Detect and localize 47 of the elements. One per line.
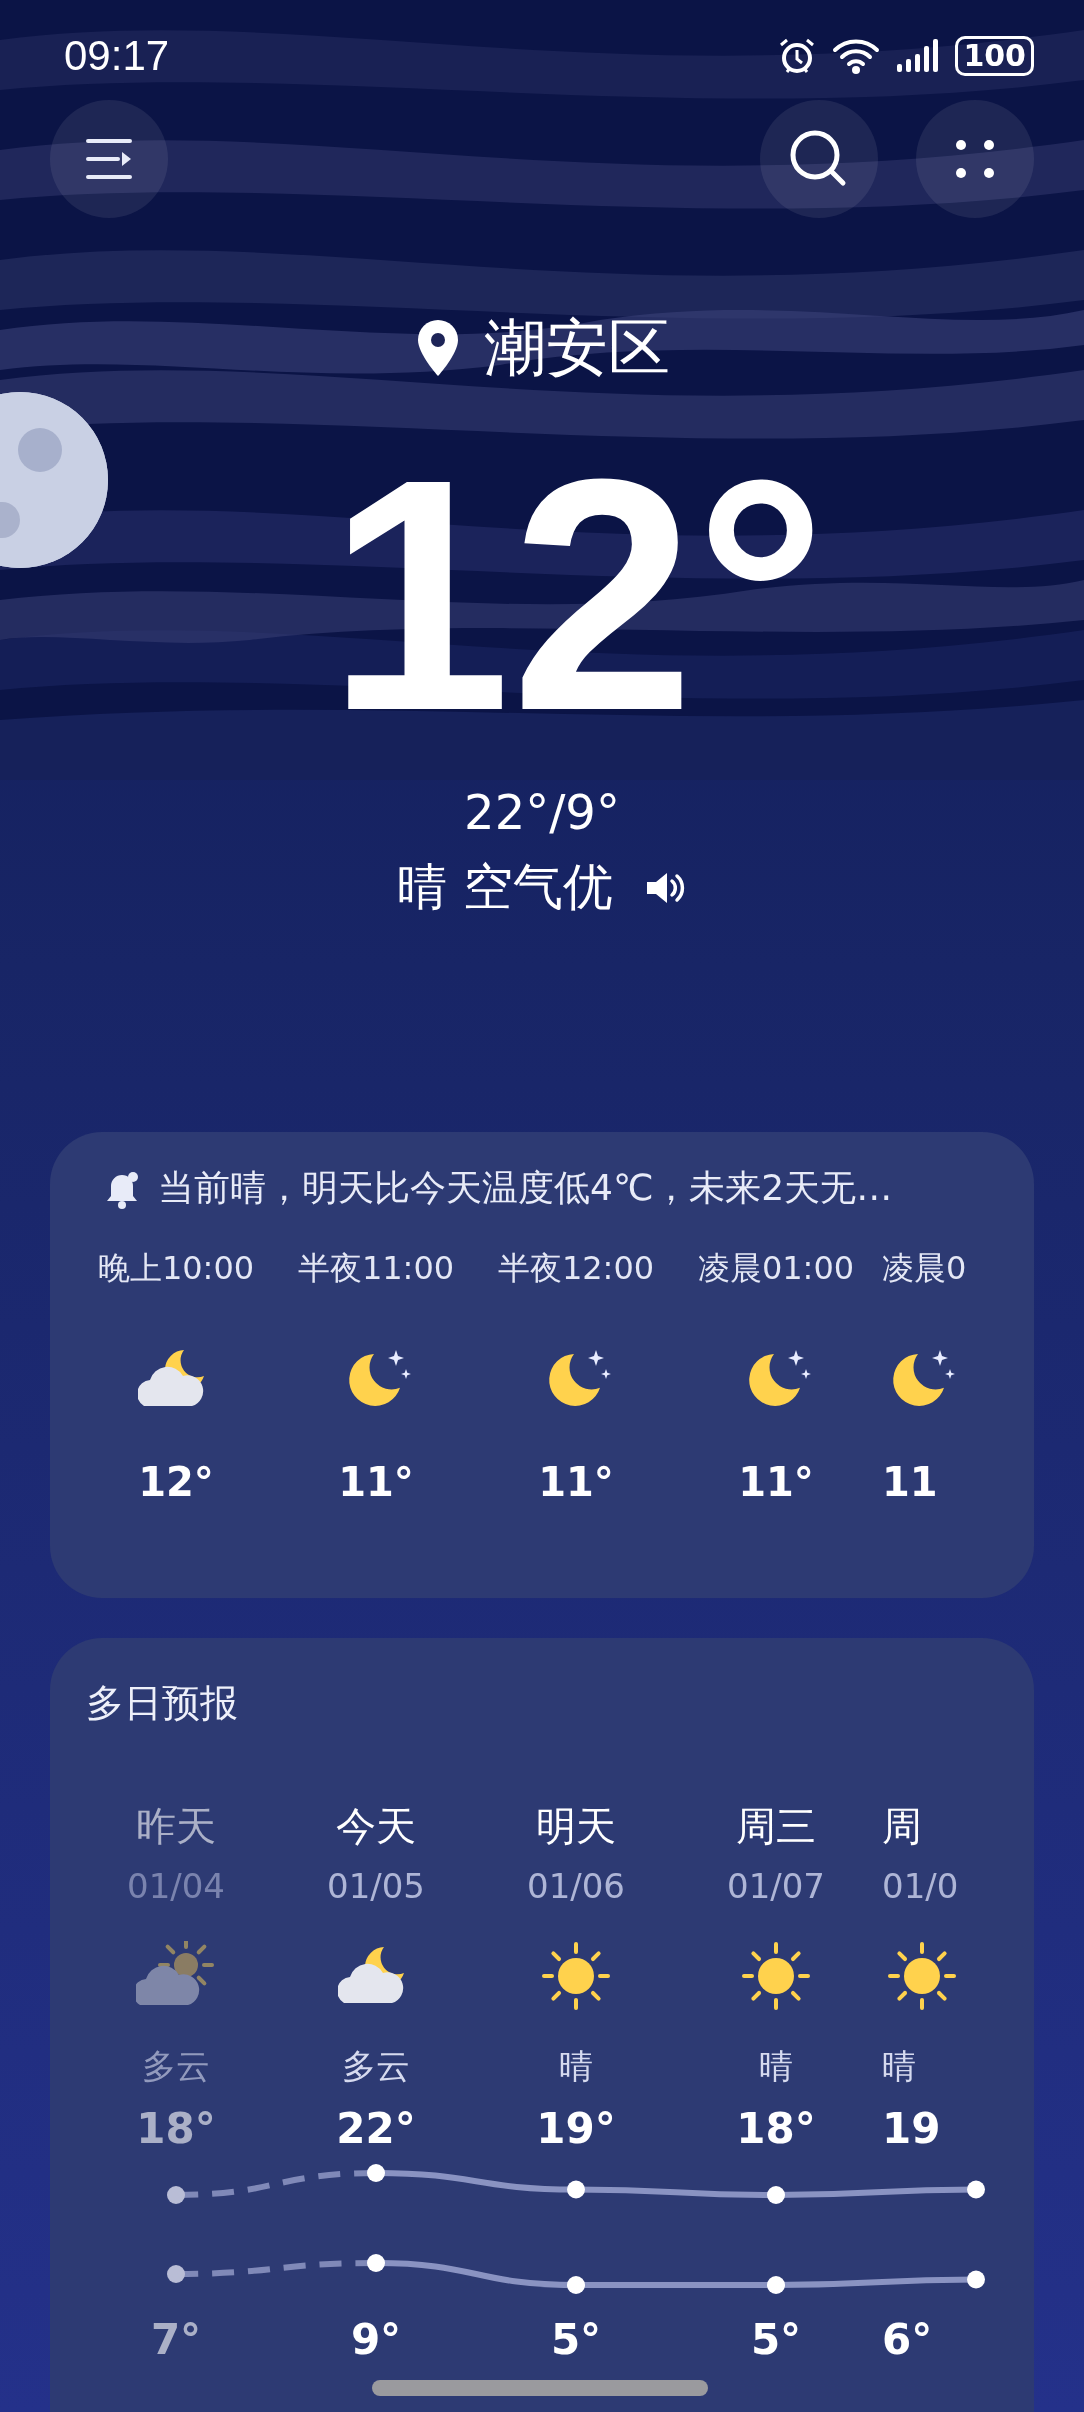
low-temperature: 5° [550, 2315, 602, 2364]
low-temperature: 5° [750, 2315, 802, 2364]
day-label: 昨天 [136, 1802, 216, 1851]
card-title: 多日预报 [85, 1680, 239, 1727]
day-label: 周三 [736, 1802, 816, 1851]
condition-label: 多云 [142, 2045, 210, 2088]
hour-temperature: 11 [882, 1459, 938, 1505]
condition-label: 晴 [882, 2045, 916, 2088]
high-temperature: 19° [536, 2104, 616, 2153]
hour-temperature: 11° [538, 1459, 614, 1505]
temperature-range: 22°/9° [464, 784, 620, 840]
day-label: 周 [882, 1802, 922, 1851]
hour-label: 凌晨0 [882, 1248, 967, 1289]
more-button[interactable] [916, 100, 1034, 218]
high-temperature: 19 [882, 2104, 941, 2153]
location-name[interactable]: 潮安区 [484, 306, 670, 390]
date-label: 01/05 [327, 1866, 425, 1906]
condition-label: 晴 [559, 2045, 593, 2088]
high-temperature: 18° [136, 2104, 216, 2153]
search-button[interactable] [760, 100, 878, 218]
date-label: 01/04 [127, 1866, 225, 1906]
day-label: 明天 [536, 1802, 616, 1851]
wifi-icon [831, 36, 882, 76]
hour-label: 半夜11:00 [297, 1248, 455, 1289]
hour-temperature: 12° [138, 1459, 214, 1505]
hour-label: 晚上10:00 [97, 1248, 255, 1289]
weather-alert[interactable]: 当前晴，明天比今天温度低4℃，未来2天无… [158, 1164, 893, 1213]
current-temperature: 12° [327, 430, 827, 760]
day-label: 今天 [336, 1802, 416, 1851]
clock-time: 09:17 [64, 32, 170, 80]
low-temperature: 6° [882, 2315, 933, 2364]
hour-temperature: 11° [738, 1459, 814, 1505]
condition-label: 多云 [342, 2045, 410, 2088]
high-temperature: 22° [336, 2104, 416, 2153]
battery-level: 100 [955, 36, 1034, 76]
date-label: 01/07 [727, 1866, 825, 1906]
hour-label: 凌晨01:00 [697, 1248, 855, 1289]
hour-temperature: 11° [338, 1459, 414, 1505]
high-temperature: 18° [736, 2104, 816, 2153]
low-temperature: 9° [350, 2315, 402, 2364]
low-temperature: 7° [150, 2315, 202, 2364]
weather-summary: 晴 空气优 [397, 857, 613, 918]
hour-label: 半夜12:00 [497, 1248, 655, 1289]
date-label: 01/06 [527, 1866, 625, 1906]
date-label: 01/0 [882, 1866, 959, 1906]
condition-label: 晴 [759, 2045, 793, 2088]
menu-button[interactable] [50, 100, 168, 218]
